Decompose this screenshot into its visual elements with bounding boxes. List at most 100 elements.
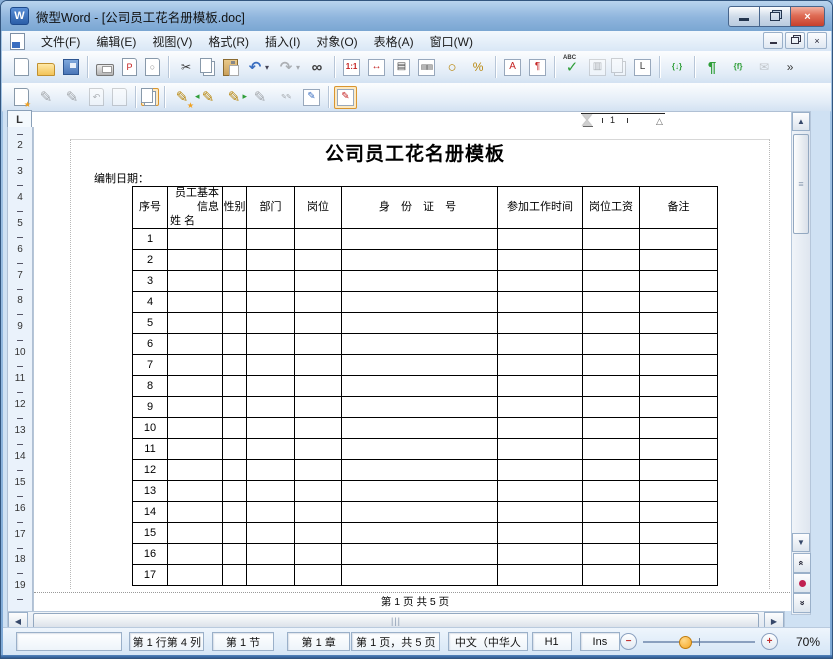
empty-cell[interactable] [497,291,583,314]
empty-cell[interactable] [167,543,223,566]
empty-cell[interactable] [341,480,498,503]
menu-file[interactable]: 文件(F) [33,31,88,52]
empty-cell[interactable] [582,501,640,524]
empty-cell[interactable] [341,333,498,356]
mdi-close-button[interactable]: × [807,32,827,49]
empty-cell[interactable] [294,396,342,419]
empty-cell[interactable] [639,480,718,503]
empty-cell[interactable] [639,396,718,419]
vertical-scrollbar[interactable]: ▲ ≡ ▼ [791,111,811,615]
empty-cell[interactable] [294,564,342,587]
row-number-cell[interactable]: 3 [132,270,168,293]
empty-cell[interactable] [582,354,640,377]
empty-cell[interactable] [294,417,342,440]
zoom-out-button[interactable]: − [620,633,637,650]
empty-cell[interactable] [246,417,295,440]
one-page-view-button[interactable]: ▤ [390,56,413,79]
empty-cell[interactable] [497,564,583,587]
empty-cell[interactable] [167,270,223,293]
title-bar[interactable]: W 微型Word - [公司员工花名册模板.doc] × [1,1,832,31]
empty-cell[interactable] [246,291,295,314]
header-gender[interactable]: 性别 [222,185,247,230]
empty-cell[interactable] [167,564,223,587]
zoom-percent-button[interactable]: % [466,55,490,79]
open-button[interactable] [34,56,58,79]
menu-table[interactable]: 表格(A) [366,31,422,52]
status-section[interactable]: 第 1 节 [212,632,274,651]
row-number-cell[interactable]: 5 [132,312,168,335]
previous-page-button[interactable]: « [793,553,811,573]
two-page-view-button[interactable]: ▤▤ [415,56,438,79]
empty-cell[interactable] [497,270,583,293]
empty-cell[interactable] [341,375,498,398]
status-insert-mode[interactable]: Ins [579,632,620,651]
vertical-ruler[interactable]: 2 3 4 5 6 7 8 9 10 11 12 13 14 15 16 17 18 19 [7,127,33,612]
empty-cell[interactable] [341,291,498,314]
empty-cell[interactable] [294,270,342,293]
empty-cell[interactable] [639,417,718,440]
header-start-date[interactable]: 参加工作时间 [497,185,583,230]
empty-cell[interactable] [246,459,295,482]
empty-cell[interactable] [167,522,223,545]
menu-object[interactable]: 对象(O) [308,31,365,52]
empty-cell[interactable] [497,438,583,461]
right-indent-marker[interactable]: △ [656,116,663,127]
empty-cell[interactable] [167,438,223,461]
empty-cell[interactable] [167,249,223,272]
cut-button[interactable]: ✂ [174,55,198,79]
mdi-minimize-button[interactable] [763,32,783,49]
empty-cell[interactable] [246,312,295,335]
empty-cell[interactable] [222,333,247,356]
empty-cell[interactable] [294,501,342,524]
row-number-cell[interactable]: 16 [132,543,168,566]
status-line-col[interactable]: 第 1 行第 4 列 [129,632,205,651]
empty-cell[interactable] [222,564,247,587]
empty-cell[interactable] [294,333,342,356]
formatting-marks-button[interactable]: ¶ [700,55,724,79]
header-seq[interactable]: 序号 [132,185,168,230]
empty-cell[interactable] [639,249,718,272]
empty-cell[interactable] [497,501,583,524]
empty-cell[interactable] [222,270,247,293]
menu-edit[interactable]: 编辑(E) [88,31,144,52]
empty-cell[interactable] [294,543,342,566]
scroll-down-button[interactable]: ▼ [792,533,810,552]
empty-cell[interactable] [167,291,223,314]
empty-cell[interactable] [167,312,223,335]
empty-cell[interactable] [294,354,342,377]
empty-cell[interactable] [294,522,342,545]
empty-cell[interactable] [582,459,640,482]
empty-cell[interactable] [222,417,247,440]
empty-cell[interactable] [341,228,498,251]
row-number-cell[interactable]: 12 [132,459,168,482]
empty-cell[interactable] [639,459,718,482]
letter-l-button[interactable]: L [631,56,654,79]
empty-cell[interactable] [222,228,247,251]
empty-cell[interactable] [294,375,342,398]
save-button[interactable] [60,56,82,78]
empty-cell[interactable] [222,375,247,398]
empty-cell[interactable] [582,228,640,251]
empty-cell[interactable] [167,228,223,251]
empty-cell[interactable] [341,312,498,335]
pencil-next-button[interactable]: ✎ [222,85,247,109]
empty-cell[interactable] [222,249,247,272]
notes-panel-button[interactable]: ✎ [334,85,357,109]
vertical-scroll-thumb[interactable]: ≡ [793,134,809,234]
dropdown-arrow-icon[interactable]: ▾ [296,63,300,72]
empty-cell[interactable] [222,312,247,335]
empty-cell[interactable] [639,291,718,314]
empty-cell[interactable] [582,291,640,314]
empty-cell[interactable] [167,459,223,482]
empty-cell[interactable] [294,249,342,272]
empty-cell[interactable] [246,564,295,587]
empty-cell[interactable] [639,333,718,356]
header-info[interactable]: 员工基本 信息 姓 名 [167,185,223,230]
empty-cell[interactable] [246,501,295,524]
new-revision-button[interactable] [11,85,32,109]
empty-cell[interactable] [294,480,342,503]
find-button[interactable]: ∞ [305,55,329,79]
empty-cell[interactable] [497,396,583,419]
menu-view[interactable]: 视图(V) [144,31,200,52]
minimize-button[interactable] [728,6,760,27]
